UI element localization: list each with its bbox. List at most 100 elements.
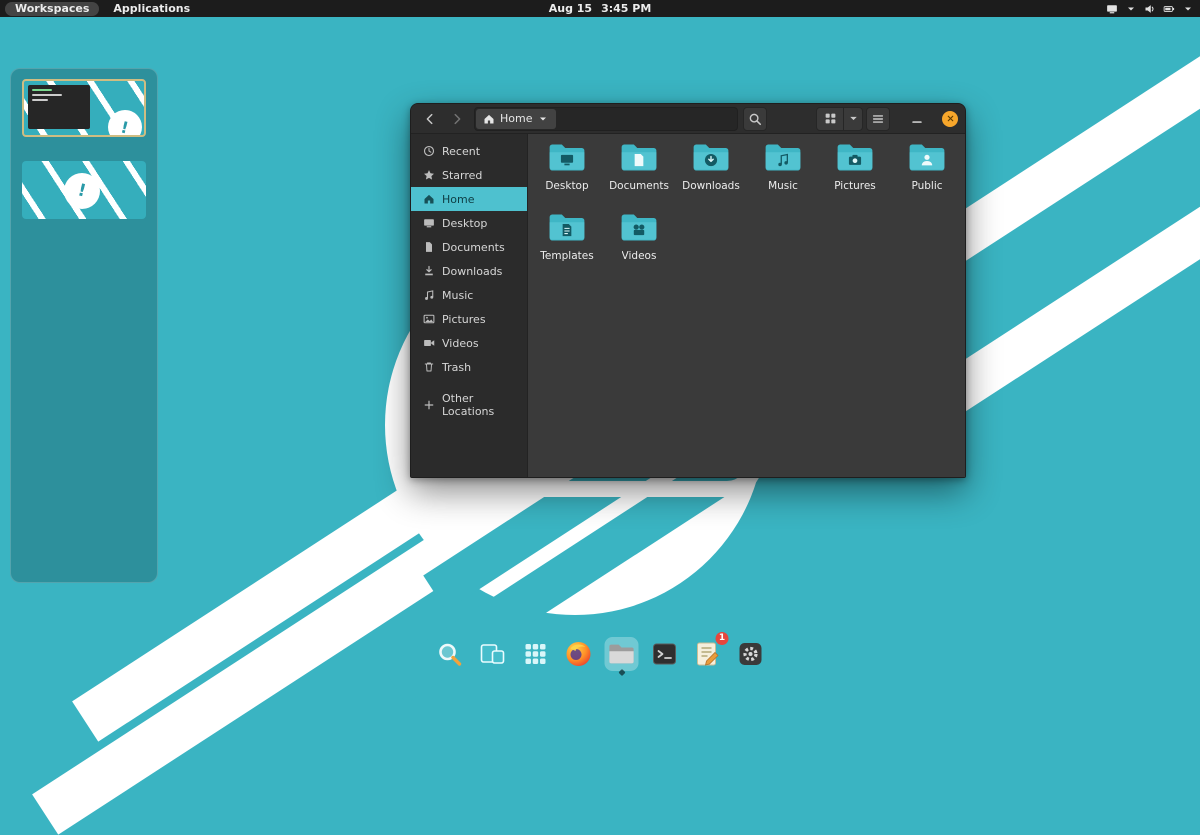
view-toggle: [816, 106, 863, 131]
workspace-thumbnail-1[interactable]: !: [22, 79, 146, 137]
sidebar-item-videos[interactable]: Videos: [411, 331, 527, 355]
files-icon: [608, 640, 636, 668]
dock-item-terminal[interactable]: [648, 637, 682, 671]
folder-label: Music: [768, 180, 798, 192]
home-icon: [483, 113, 495, 125]
notification-badge: 1: [715, 632, 729, 645]
text-editor-icon: [694, 640, 722, 668]
date-label: Aug 15: [548, 2, 593, 15]
folder-label: Documents: [609, 180, 669, 192]
close-button[interactable]: [942, 110, 958, 127]
sidebar-item-downloads[interactable]: Downloads: [411, 259, 527, 283]
folder-icon: [619, 141, 659, 178]
applications-menu-button[interactable]: Applications: [113, 2, 190, 15]
folder-desktop[interactable]: Desktop: [531, 141, 603, 203]
grid-view-button[interactable]: [817, 108, 843, 130]
folder-public[interactable]: Public: [891, 141, 963, 203]
dock-item-applications-grid[interactable]: [519, 637, 553, 671]
dock-item-settings[interactable]: [734, 637, 768, 671]
sidebar-item-label: Music: [442, 288, 474, 302]
folder-pictures[interactable]: Pictures: [819, 141, 891, 203]
menu-button[interactable]: [866, 106, 890, 131]
folder-label: Videos: [621, 250, 657, 262]
applications-grid-icon: [522, 640, 550, 668]
path-bar[interactable]: Home: [474, 106, 738, 131]
folder-icon: [907, 141, 947, 178]
dock: 1: [433, 632, 768, 677]
caret-down-icon[interactable]: [1125, 3, 1137, 15]
back-button[interactable]: [418, 107, 442, 131]
folder-icon: [547, 211, 587, 248]
search-icon: [748, 112, 762, 126]
clock-button[interactable]: Aug 15 3:45 PM: [549, 2, 652, 15]
sidebar-item-label: Desktop: [442, 216, 488, 230]
sidebar-item-recent[interactable]: Recent: [411, 139, 527, 163]
sidebar: Recent Starred Home Desktop Documents Downloa…: [411, 134, 528, 477]
folder-label: Public: [911, 180, 943, 192]
other-locations-label: Other Locations: [442, 392, 495, 418]
workspace-thumbnail-2[interactable]: !: [22, 161, 146, 219]
minimize-button[interactable]: [905, 107, 929, 131]
dock-item-files[interactable]: [604, 637, 639, 677]
folder-label: Downloads: [682, 180, 740, 192]
pop-logo: !: [64, 173, 100, 209]
dock-item-workspaces-overview[interactable]: [476, 637, 510, 671]
folder-icon: [691, 141, 731, 178]
terminal-window-thumbnail: [28, 85, 90, 129]
battery-icon[interactable]: [1163, 3, 1175, 15]
file-grid: Desktop Documents Downloads Music Pictures Pu…: [528, 134, 965, 477]
folder-templates[interactable]: Templates: [531, 211, 603, 273]
minimize-icon: [910, 112, 924, 126]
sidebar-item-pictures[interactable]: Pictures: [411, 307, 527, 331]
sidebar-item-music[interactable]: Music: [411, 283, 527, 307]
close-icon: [946, 114, 955, 123]
sidebar-item-other-locations[interactable]: Other Locations: [411, 392, 527, 418]
display-icon[interactable]: [1106, 3, 1118, 15]
folder-label: Pictures: [834, 180, 876, 192]
sidebar-item-label: Downloads: [442, 264, 503, 278]
folder-icon: [763, 141, 803, 178]
search-button[interactable]: [743, 106, 767, 131]
sidebar-item-trash[interactable]: Trash: [411, 355, 527, 379]
workspace-switcher-panel: ! !: [10, 68, 158, 583]
location-button[interactable]: Home: [476, 108, 557, 129]
folder-icon: [619, 211, 659, 248]
dock-item-firefox[interactable]: [562, 637, 596, 671]
sidebar-item-label: Videos: [442, 336, 479, 350]
folder-icon: [547, 141, 587, 178]
chevron-down-icon: [537, 113, 549, 125]
folder-music[interactable]: Music: [747, 141, 819, 203]
hamburger-menu-icon: [871, 112, 885, 126]
dock-item-pop-shop[interactable]: [433, 637, 467, 671]
folder-icon: [835, 141, 875, 178]
download-icon: [423, 265, 435, 277]
folder-label: Templates: [540, 250, 594, 262]
firefox-icon: [565, 640, 593, 668]
video-icon: [423, 337, 435, 349]
view-options-button[interactable]: [843, 107, 862, 130]
terminal-icon: [651, 640, 679, 668]
sidebar-item-documents[interactable]: Documents: [411, 235, 527, 259]
trash-icon: [423, 361, 435, 373]
caret-down-icon[interactable]: [1182, 3, 1194, 15]
sidebar-item-label: Documents: [442, 240, 505, 254]
sidebar-item-label: Home: [442, 192, 475, 206]
headerbar: Home: [411, 104, 965, 134]
dock-item-text-editor[interactable]: 1: [691, 632, 729, 671]
sidebar-item-starred[interactable]: Starred: [411, 163, 527, 187]
document-icon: [423, 241, 435, 253]
folder-downloads[interactable]: Downloads: [675, 141, 747, 203]
volume-icon[interactable]: [1144, 3, 1156, 15]
sidebar-item-desktop[interactable]: Desktop: [411, 211, 527, 235]
music-icon: [423, 289, 435, 301]
pop-logo: !: [108, 110, 142, 135]
forward-button[interactable]: [445, 107, 469, 131]
folder-videos[interactable]: Videos: [603, 211, 675, 273]
workspaces-menu-button[interactable]: Workspaces: [5, 1, 100, 16]
sidebar-item-home[interactable]: Home: [411, 187, 527, 211]
time-label: 3:45 PM: [601, 2, 652, 15]
top-bar: Workspaces Applications Aug 15 3:45 PM: [0, 0, 1200, 17]
folder-documents[interactable]: Documents: [603, 141, 675, 203]
sidebar-item-label: Starred: [442, 168, 483, 182]
files-window: Home Recent Starred Home Desktop Documents Do…: [410, 103, 966, 478]
